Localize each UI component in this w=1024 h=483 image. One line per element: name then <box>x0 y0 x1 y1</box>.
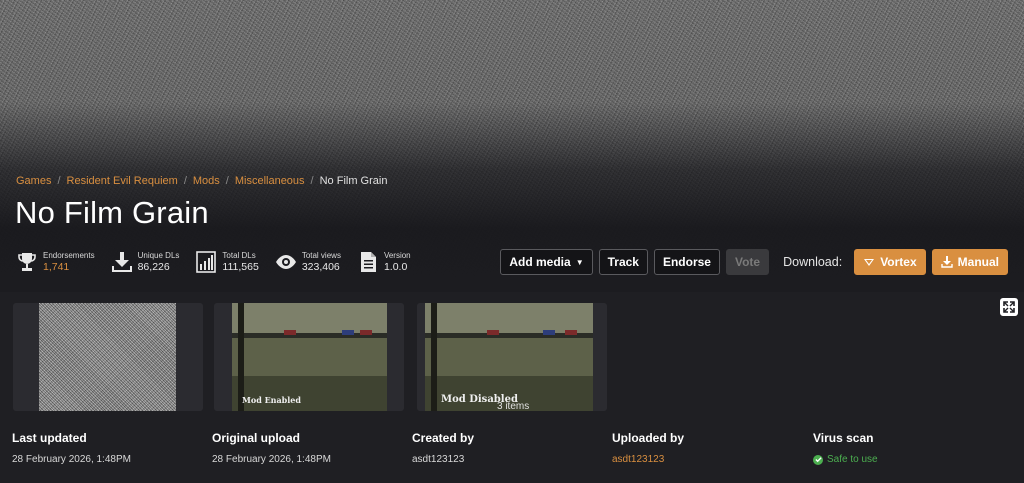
track-button[interactable]: Track <box>598 249 648 275</box>
add-media-button[interactable]: Add media ▼ <box>500 249 593 275</box>
gallery-thumbnail[interactable]: Mod Enabled <box>214 303 404 411</box>
stat-total-dls: Total DLs 111,565 <box>195 250 259 274</box>
mod-metadata: Last updated 28 February 2026, 1:48PM Or… <box>0 431 1024 483</box>
breadcrumb-separator: / <box>57 175 61 187</box>
meta-virus-scan: Virus scan Safe to use <box>813 431 878 465</box>
stat-label: Unique DLs <box>137 251 180 260</box>
stat-label: Total DLs <box>222 251 256 260</box>
uploader-link[interactable]: asdt123123 <box>612 454 684 465</box>
document-icon <box>357 250 379 274</box>
mod-actions: Add media ▼ Track Endorse Vote Download:… <box>494 249 1008 275</box>
stat-value: 111,565 <box>222 261 259 273</box>
meta-original-upload: Original upload 28 February 2026, 1:48PM <box>212 431 331 465</box>
trophy-icon <box>16 250 38 274</box>
virus-scan-status[interactable]: Safe to use <box>813 454 878 465</box>
mod-stats: Endorsements 1,741 Unique DLs 86,226 Tot… <box>16 250 427 274</box>
meta-label: Uploaded by <box>612 431 685 445</box>
gallery-item-count: 3 items <box>497 401 530 412</box>
meta-uploaded-by: Uploaded by asdt123123 <box>612 431 684 465</box>
screenshot-mod-disabled: Mod Disabled <box>425 303 593 411</box>
screenshot-mod-enabled: Mod Enabled <box>232 303 387 411</box>
breadcrumb-category[interactable]: Miscellaneous <box>235 175 305 187</box>
breadcrumb-game-title[interactable]: Resident Evil Requiem <box>67 175 178 187</box>
stat-value: 1.0.0 <box>383 261 408 273</box>
gallery-thumbnail[interactable] <box>13 303 203 411</box>
meta-value: asdt123123 <box>412 454 465 465</box>
virus-scan-label: Safe to use <box>827 454 878 465</box>
breadcrumb-games[interactable]: Games <box>16 175 51 187</box>
breadcrumb-separator: / <box>225 175 229 187</box>
stat-value: 1,741 <box>43 261 70 273</box>
manual-download-button[interactable]: Manual <box>931 249 1008 275</box>
breadcrumb-separator: / <box>310 175 314 187</box>
breadcrumb: Games / Resident Evil Requiem / Mods / M… <box>16 175 387 187</box>
media-gallery: Mod Enabled Mod Disabled 3 items <box>0 292 1024 417</box>
stat-label: Version <box>383 251 411 260</box>
stat-total-views: Total views 323,406 <box>275 250 341 274</box>
vortex-icon <box>864 259 875 266</box>
bar-chart-icon <box>195 250 217 274</box>
meta-label: Last updated <box>12 431 87 445</box>
meta-label: Virus scan <box>813 431 874 445</box>
static-noise-image <box>39 303 176 411</box>
stat-value: 323,406 <box>301 261 340 273</box>
stat-endorsements: Endorsements 1,741 <box>16 250 95 274</box>
breadcrumb-separator: / <box>183 175 187 187</box>
add-media-label: Add media <box>509 255 571 269</box>
endorse-button[interactable]: Endorse <box>653 249 720 275</box>
chevron-down-icon: ▼ <box>575 257 584 267</box>
vortex-download-button[interactable]: Vortex <box>854 249 926 275</box>
vortex-label: Vortex <box>880 255 917 269</box>
meta-created-by: Created by asdt123123 <box>412 431 474 465</box>
download-icon <box>940 256 953 268</box>
screenshot-caption: Mod Enabled <box>242 395 301 405</box>
breadcrumb-current: No Film Grain <box>319 175 388 187</box>
stat-version: Version 1.0.0 <box>357 250 411 274</box>
stat-value: 86,226 <box>137 261 170 273</box>
expand-icon[interactable] <box>1000 298 1018 316</box>
download-label: Download: <box>783 255 843 269</box>
meta-last-updated: Last updated 28 February 2026, 1:48PM <box>12 431 131 465</box>
stat-unique-dls: Unique DLs 86,226 <box>111 250 180 274</box>
eye-icon <box>275 250 297 274</box>
download-icon <box>111 250 133 274</box>
vote-button[interactable]: Vote <box>725 249 770 275</box>
gallery-thumbnail[interactable]: Mod Disabled <box>417 303 607 411</box>
stat-label: Total views <box>301 251 341 260</box>
meta-label: Created by <box>412 431 475 445</box>
meta-value: 28 February 2026, 1:48PM <box>212 454 331 465</box>
manual-label: Manual <box>957 255 999 269</box>
page-title: No Film Grain <box>15 195 209 230</box>
stat-label: Endorsements <box>43 251 95 260</box>
check-circle-icon <box>813 454 823 465</box>
breadcrumb-mods[interactable]: Mods <box>193 175 220 187</box>
meta-label: Original upload <box>212 431 301 445</box>
meta-value: 28 February 2026, 1:48PM <box>12 454 131 465</box>
